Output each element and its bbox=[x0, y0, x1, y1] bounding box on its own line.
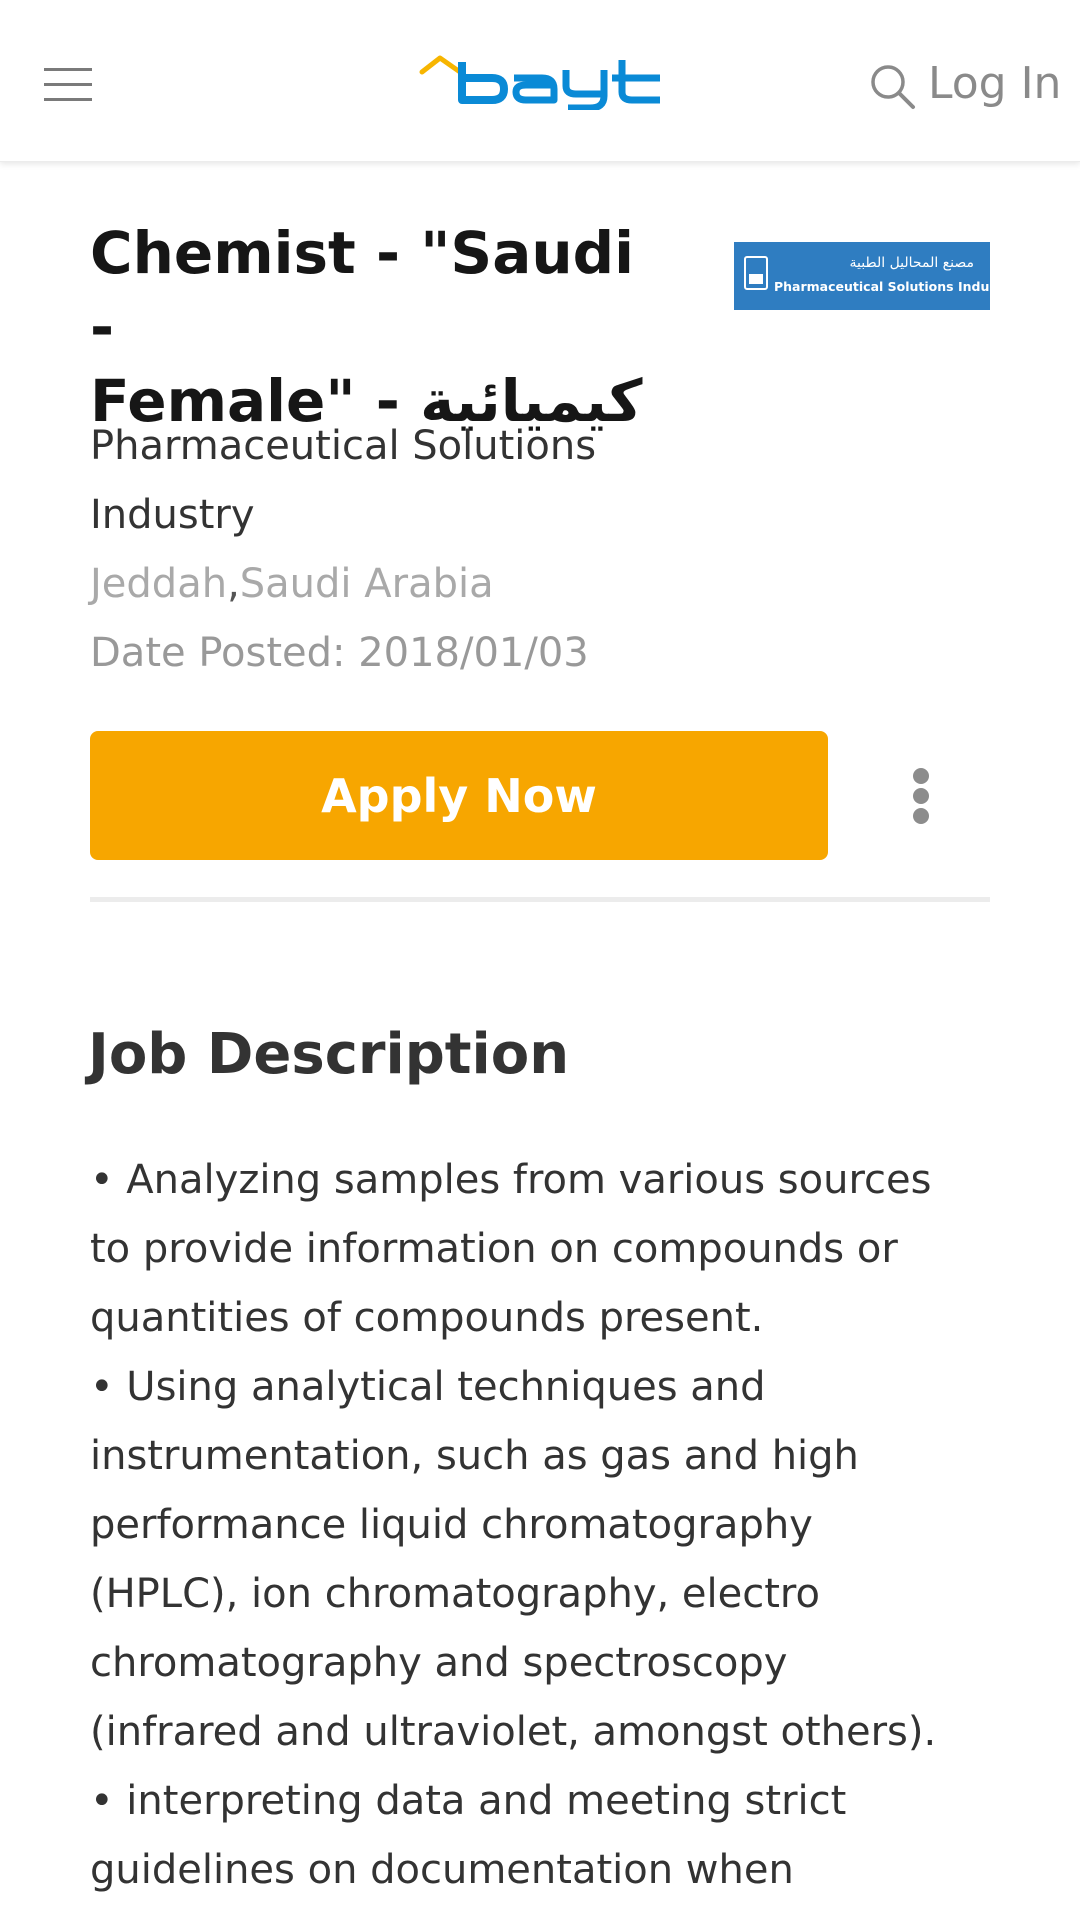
job-title-line-1: Chemist - "Saudi - bbox=[90, 219, 635, 361]
search-icon[interactable] bbox=[868, 62, 918, 112]
section-divider bbox=[90, 897, 990, 902]
job-description-heading: Job Description bbox=[88, 1022, 570, 1087]
more-vertical-icon[interactable] bbox=[894, 760, 948, 832]
location-country[interactable]: Saudi Arabia bbox=[240, 561, 494, 607]
description-line: to provide information on compounds or bbox=[90, 1226, 898, 1272]
location-city[interactable]: Jeddah bbox=[90, 561, 227, 607]
company-name-line-2: Industry bbox=[90, 492, 255, 538]
company-logo-mark bbox=[744, 256, 768, 290]
company-name-line-1: Pharmaceutical Solutions bbox=[90, 423, 597, 469]
description-line: • interpreting data and meeting strict bbox=[90, 1778, 847, 1824]
bayt-logo[interactable] bbox=[418, 52, 664, 110]
description-line: • Using analytical techniques and bbox=[90, 1364, 766, 1410]
description-line: chromatography and spectroscopy bbox=[90, 1640, 788, 1686]
login-link[interactable]: Log In bbox=[928, 54, 1061, 114]
apply-now-button[interactable]: Apply Now bbox=[90, 731, 828, 860]
company-logo-english-text: Pharmaceutical Solutions Industry bbox=[774, 279, 1018, 294]
company-logo[interactable]: مصنع المحاليل الطبية Pharmaceutical Solu… bbox=[734, 242, 1017, 310]
description-line: • Analyzing samples from various sources bbox=[90, 1157, 932, 1203]
job-location: Jeddah,Saudi Arabia bbox=[90, 550, 494, 619]
description-line: (HPLC), ion chromatography, electro bbox=[90, 1571, 820, 1617]
job-description-body: • Analyzing samples from various sources… bbox=[90, 1146, 990, 1905]
description-line: quantities of compounds present. bbox=[90, 1295, 764, 1341]
company-name-link[interactable]: Pharmaceutical Solutions Industry bbox=[90, 412, 690, 550]
date-posted: Date Posted: 2018/01/03 bbox=[90, 630, 589, 676]
job-title: Chemist - "Saudi - Female" - كيميائية bbox=[90, 216, 670, 438]
description-line: instrumentation, such as gas and high bbox=[90, 1433, 859, 1479]
hamburger-menu-icon[interactable] bbox=[44, 66, 94, 104]
description-line: performance liquid chromatography bbox=[90, 1502, 813, 1548]
location-separator: , bbox=[227, 561, 240, 607]
description-line: guidelines on documentation when bbox=[90, 1847, 794, 1893]
description-line: (infrared and ultraviolet, amongst other… bbox=[90, 1709, 937, 1755]
company-logo-arabic-text: مصنع المحاليل الطبية bbox=[849, 255, 974, 271]
top-navigation-bar: Log In bbox=[0, 0, 1080, 162]
